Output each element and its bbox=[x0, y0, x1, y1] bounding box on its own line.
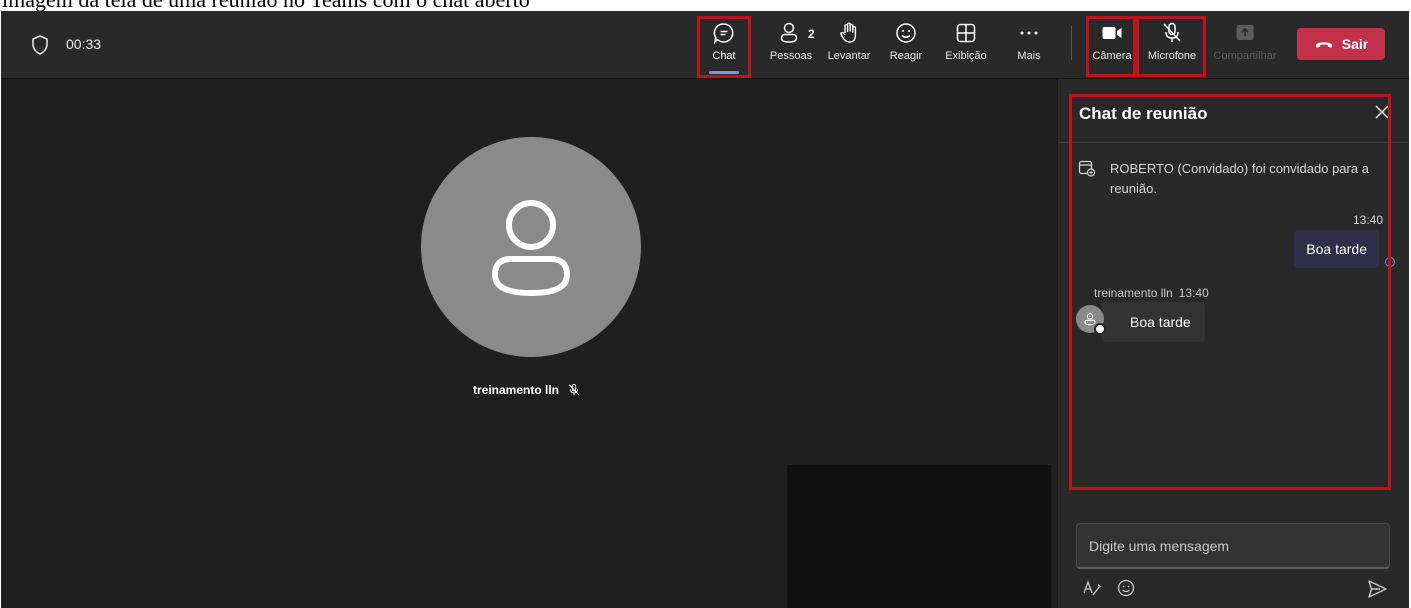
toolbar-divider bbox=[1071, 26, 1072, 60]
mic-off-icon bbox=[568, 383, 580, 396]
share-label: Compartilhar bbox=[1213, 50, 1277, 62]
emoji-icon[interactable] bbox=[1116, 578, 1136, 598]
raise-hand-button[interactable]: Levantar bbox=[821, 17, 877, 75]
more-button[interactable]: Mais bbox=[1007, 17, 1051, 75]
person-icon bbox=[491, 200, 571, 297]
hand-icon bbox=[840, 22, 857, 43]
format-text-icon[interactable] bbox=[1082, 578, 1102, 598]
meeting-stage: treinamento lln bbox=[1, 79, 1057, 608]
more-label: Mais bbox=[1017, 50, 1041, 62]
people-count-badge: 2 bbox=[808, 27, 815, 41]
message-compose-box[interactable] bbox=[1076, 523, 1390, 569]
highlight-box-microphone bbox=[1136, 16, 1206, 77]
smiley-icon bbox=[896, 23, 916, 43]
participant-avatar bbox=[421, 137, 641, 357]
raise-hand-label: Levantar bbox=[827, 50, 871, 62]
message-input[interactable] bbox=[1089, 537, 1377, 554]
participant-name-label: treinamento lln bbox=[473, 383, 581, 397]
share-screen-icon bbox=[1236, 25, 1254, 40]
react-button[interactable]: Reagir bbox=[881, 17, 931, 75]
people-button[interactable]: 2 Pessoas bbox=[763, 17, 819, 75]
send-icon[interactable] bbox=[1366, 578, 1388, 600]
caption-text: imagem da tela de uma reunião no Teams c… bbox=[2, 0, 530, 11]
self-video-tile bbox=[787, 465, 1051, 608]
teams-meeting-window: 00:33 Chat 2 Pessoas Levantar Reagir Exi… bbox=[1, 11, 1409, 608]
more-dots-icon bbox=[1020, 31, 1038, 35]
highlight-box-chat bbox=[697, 16, 751, 78]
view-button[interactable]: Exibição bbox=[935, 17, 997, 75]
react-label: Reagir bbox=[889, 50, 923, 62]
view-label: Exibição bbox=[945, 50, 987, 62]
leave-button[interactable]: Sair bbox=[1297, 28, 1385, 60]
share-button[interactable]: Compartilhar bbox=[1207, 17, 1283, 75]
document-caption-strip: imagem da tela de uma reunião no Teams c… bbox=[0, 0, 1411, 11]
leave-label: Sair bbox=[1341, 36, 1369, 52]
participant-name: treinamento lln bbox=[473, 383, 560, 397]
person-icon bbox=[780, 22, 798, 43]
highlight-box-chat-panel bbox=[1069, 94, 1391, 490]
grid-view-icon bbox=[956, 23, 976, 43]
meeting-timer: 00:33 bbox=[66, 36, 102, 52]
meeting-toolbar: 00:33 Chat 2 Pessoas Levantar Reagir Exi… bbox=[1, 11, 1409, 79]
hang-up-icon bbox=[1315, 42, 1333, 48]
highlight-box-camera bbox=[1086, 16, 1136, 77]
people-button-label: Pessoas bbox=[769, 50, 813, 62]
shield-icon bbox=[32, 35, 48, 55]
